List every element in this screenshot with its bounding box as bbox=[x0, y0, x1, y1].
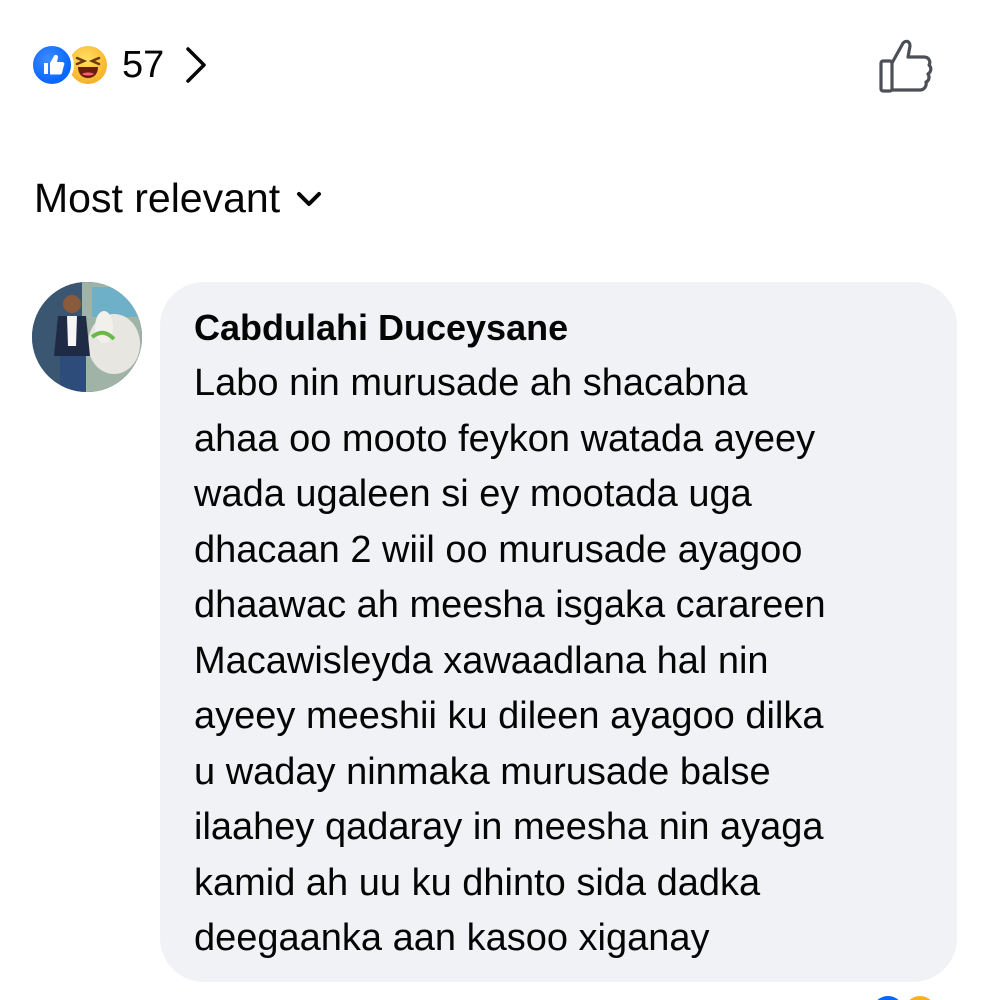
comment-line: kamid ah uu ku dhinto sida dadka bbox=[194, 861, 761, 904]
comment-line: dhacaan 2 wiil oo murusade ayagoo bbox=[194, 528, 803, 571]
comments-sheet: 57 Most relevant Cabdulahi Duceysane Lab… bbox=[0, 0, 990, 1000]
avatar-photo-icon bbox=[32, 282, 142, 392]
comment-line: wada ugaleen si ey mootada uga bbox=[194, 473, 752, 515]
comment-line: ahaa oo mooto feykon watada ayeey bbox=[194, 417, 816, 460]
comment-author[interactable]: Cabdulahi Duceysane bbox=[194, 306, 568, 350]
chevron-right-icon bbox=[186, 47, 207, 83]
comment-line: deegaanka aan kasoo xiganay bbox=[194, 917, 710, 959]
reactions-summary[interactable]: 57 bbox=[30, 40, 210, 90]
sort-label: Most relevant bbox=[34, 175, 281, 221]
comment-line: ayeey meeshii ku dileen ayagoo dilka bbox=[194, 695, 824, 737]
comment-line: Macawisleyda xawaadlana hal nin bbox=[194, 639, 769, 682]
sort-dropdown[interactable]: Most relevant bbox=[34, 175, 324, 222]
comment-line: ilaahey qadaray in meesha nin ayaga bbox=[194, 806, 824, 848]
comment-line: u waday ninmaka murusade balse bbox=[194, 750, 771, 793]
comment-line: dhaawac ah meesha isgaka carareen bbox=[194, 584, 826, 626]
comment-text: Labo nin murusade ah shacabna ahaa oo mo… bbox=[194, 356, 923, 967]
comment-reactions-icon bbox=[877, 996, 931, 1000]
reactions-header: 57 bbox=[0, 0, 990, 130]
like-reaction-icon bbox=[30, 43, 74, 87]
comment-bubble: Cabdulahi Duceysane Labo nin murusade ah… bbox=[160, 282, 957, 982]
comment-line: Labo nin murusade ah shacabna bbox=[194, 362, 748, 404]
reaction-count: 57 bbox=[122, 43, 165, 86]
avatar[interactable] bbox=[32, 282, 142, 392]
chevron-down-icon bbox=[297, 191, 322, 206]
like-button-icon[interactable] bbox=[872, 35, 938, 97]
